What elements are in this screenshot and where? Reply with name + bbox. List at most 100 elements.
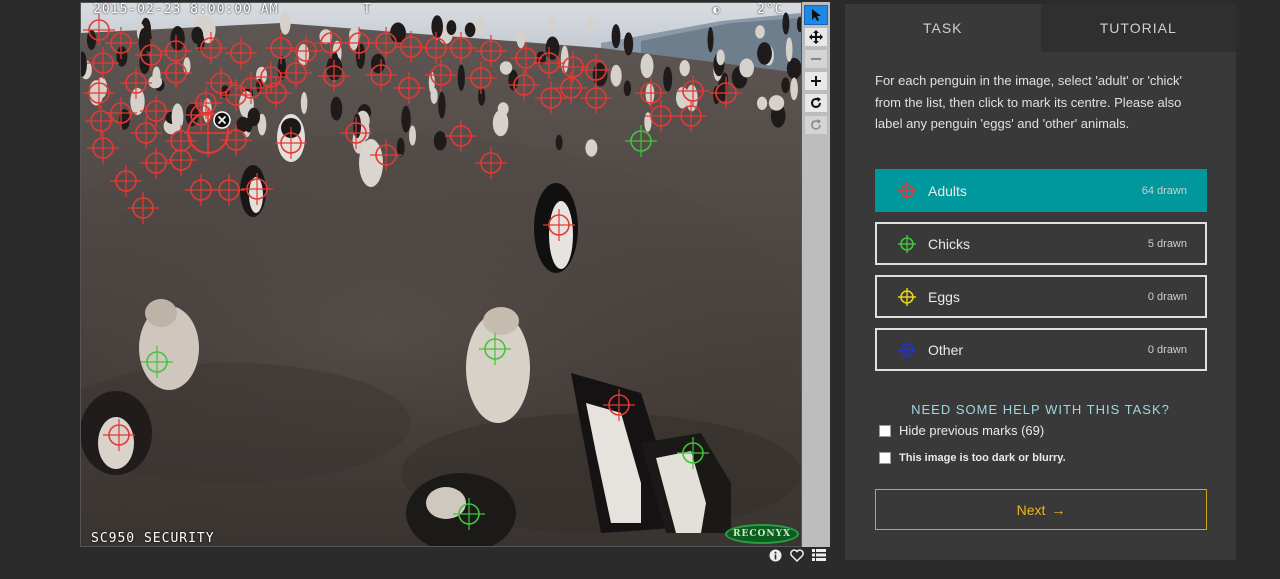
distant-penguin — [549, 16, 556, 32]
choice-count: 0 drawn — [1147, 291, 1187, 303]
zoom-out-button[interactable] — [804, 49, 828, 69]
distant-penguin — [768, 95, 785, 111]
image-flag: T — [363, 2, 372, 17]
distant-penguin — [171, 103, 184, 131]
info-icon[interactable] — [768, 548, 782, 562]
distant-penguin — [431, 15, 444, 39]
camera-label: SC950 SECURITY — [91, 531, 215, 546]
minus-icon — [811, 58, 821, 60]
distant-penguin — [499, 61, 513, 75]
distant-penguin — [492, 110, 509, 137]
crosshair-blue-icon — [898, 341, 916, 359]
choice-label: Adults — [928, 183, 967, 199]
heart-icon[interactable] — [790, 548, 804, 562]
distant-penguin — [707, 27, 714, 53]
plus-icon — [811, 76, 821, 86]
choice-label: Other — [928, 342, 964, 358]
image-toolbar — [802, 2, 830, 547]
distant-penguin — [446, 20, 457, 36]
distant-penguin — [300, 92, 308, 114]
task-panel: TASK TUTORIAL For each penguin in the im… — [845, 4, 1236, 560]
distant-penguin — [280, 11, 291, 35]
list-icon[interactable] — [812, 548, 826, 562]
crosshair-yellow-icon — [898, 288, 916, 306]
distant-penguin — [433, 131, 447, 151]
pointer-icon — [812, 9, 821, 21]
distant-penguin — [640, 53, 654, 78]
distant-penguin — [330, 96, 343, 121]
distant-penguin — [116, 46, 128, 67]
next-label: Next — [1016, 501, 1046, 518]
tab-task[interactable]: TASK — [845, 4, 1041, 52]
distant-penguin — [785, 37, 793, 62]
task-instructions: For each penguin in the image, select 'a… — [875, 73, 1182, 131]
choice-eggs[interactable]: Eggs 0 drawn — [875, 275, 1207, 318]
rotate-button[interactable] — [804, 93, 828, 113]
distant-penguin — [96, 77, 107, 98]
distant-penguin — [464, 22, 476, 38]
distant-penguin — [148, 75, 163, 89]
zoom-in-button[interactable] — [804, 71, 828, 91]
distant-penguin — [183, 57, 191, 75]
pan-tool-button[interactable] — [804, 27, 828, 47]
distant-penguin — [623, 80, 632, 97]
choice-label: Chicks — [928, 236, 971, 252]
choice-count: 64 drawn — [1141, 185, 1187, 197]
classifier-page: 2015-02-23 8:00:00 AM T ◐ 2°C SC950 SECU… — [0, 0, 1280, 579]
pointer-tool-button[interactable] — [804, 5, 828, 25]
distant-penguin — [438, 91, 446, 119]
distant-penguin — [409, 125, 416, 146]
distant-penguin — [555, 134, 563, 151]
crosshair-red-icon — [898, 182, 916, 200]
dark-blurry-checkbox[interactable] — [879, 452, 891, 464]
reset-view-button[interactable] — [804, 115, 828, 135]
distant-penguin — [401, 105, 411, 133]
choice-chicks[interactable]: Chicks 5 drawn — [875, 222, 1207, 265]
moon-phase-icon: ◐ — [713, 3, 721, 16]
distant-penguin — [755, 25, 765, 39]
distant-penguin — [247, 107, 260, 127]
distant-penguin — [277, 56, 287, 80]
hide-marks-row[interactable]: Hide previous marks (69) — [879, 423, 1044, 438]
subject-image[interactable] — [81, 3, 801, 546]
distant-penguin — [191, 26, 204, 44]
reset-icon — [811, 119, 821, 130]
dark-blurry-row[interactable]: This image is too dark or blurry. — [879, 452, 1066, 464]
arrow-right-icon: → — [1051, 501, 1066, 518]
distant-penguin — [457, 64, 465, 91]
move-icon — [809, 30, 823, 44]
distant-penguin — [739, 58, 754, 78]
tab-tutorial[interactable]: TUTORIAL — [1040, 4, 1236, 52]
image-temperature: 2°C — [757, 2, 784, 17]
dark-blurry-label: This image is too dark or blurry. — [899, 452, 1066, 464]
distant-penguin — [297, 44, 309, 66]
choice-count: 5 drawn — [1147, 238, 1187, 250]
delete-marker-close-icon[interactable] — [213, 111, 231, 129]
subject-meta-icons — [768, 548, 826, 562]
camera-brand-logo: RECONYX — [725, 524, 799, 544]
distant-penguin — [610, 64, 622, 87]
distant-penguin — [396, 137, 405, 157]
hide-marks-label: Hide previous marks (69) — [899, 423, 1045, 438]
subject-viewer[interactable]: 2015-02-23 8:00:00 AM T ◐ 2°C SC950 SECU… — [80, 2, 802, 547]
distant-penguin — [757, 42, 772, 65]
image-timestamp: 2015-02-23 8:00:00 AM — [93, 2, 279, 17]
distant-penguin — [757, 96, 768, 111]
distant-penguin — [790, 77, 798, 101]
distant-penguin — [586, 17, 595, 32]
distant-penguin — [611, 24, 621, 49]
distant-penguin — [516, 28, 526, 49]
hide-marks-checkbox[interactable] — [879, 424, 891, 437]
choice-adults[interactable]: Adults 64 drawn — [875, 169, 1207, 212]
help-link[interactable]: NEED SOME HELP WITH THIS TASK? — [845, 402, 1236, 417]
distant-penguin — [170, 26, 185, 51]
distant-penguin — [663, 66, 673, 92]
distant-penguin — [781, 77, 790, 94]
distant-penguin — [585, 139, 598, 157]
next-button[interactable]: Next → — [875, 489, 1207, 530]
distant-penguin — [623, 32, 634, 56]
choice-label: Eggs — [928, 289, 960, 305]
choice-other[interactable]: Other 0 drawn — [875, 328, 1207, 371]
distant-penguin — [475, 17, 485, 35]
choice-count: 0 drawn — [1147, 344, 1187, 356]
